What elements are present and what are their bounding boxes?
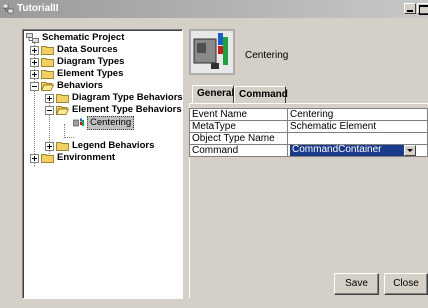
minimize-button[interactable] xyxy=(404,3,416,14)
open-folder-icon xyxy=(41,82,54,91)
project-icon xyxy=(26,33,39,43)
tree-item-diagram-type-behaviors[interactable]: Diagram Type Behaviors xyxy=(45,92,183,104)
tree-item-data-sources[interactable]: Data Sources xyxy=(30,44,170,56)
property-key: Object Type Name xyxy=(189,132,288,145)
tree-item-behaviors[interactable]: Behaviors xyxy=(30,80,170,92)
collapse-icon[interactable] xyxy=(45,106,54,115)
table-row: MetaType Schematic Element xyxy=(189,120,428,133)
tree-item-label: Environment xyxy=(57,152,116,163)
command-dropdown[interactable]: CommandContainer xyxy=(290,145,416,156)
property-key: Command xyxy=(189,144,288,157)
tree-item-diagram-types[interactable]: Diagram Types xyxy=(30,56,170,68)
maximize-button[interactable] xyxy=(417,3,428,15)
tree-item-label: Diagram Types xyxy=(57,56,125,67)
tree-item-element-type-behaviors[interactable]: Element Type Behaviors xyxy=(45,104,183,116)
tree-root-label: Schematic Project xyxy=(42,32,125,43)
property-key: Event Name xyxy=(189,108,288,121)
command-dropdown-value: CommandContainer xyxy=(292,144,382,155)
tree-item-element-types[interactable]: Element Types xyxy=(30,68,170,80)
expand-icon[interactable] xyxy=(45,142,54,151)
behavior-title: Centering xyxy=(245,50,289,61)
property-key: MetaType xyxy=(189,120,288,133)
window-title: TutorialII xyxy=(17,3,59,14)
expand-icon[interactable] xyxy=(45,94,54,103)
behavior-large-icon xyxy=(189,29,235,75)
table-row: Command CommandContainer xyxy=(189,144,428,157)
tree-root[interactable]: Schematic Project xyxy=(26,32,176,44)
tree-connector xyxy=(64,124,65,138)
properties-table: Event Name Centering MetaType Schematic … xyxy=(189,108,428,157)
tree-item-environment[interactable]: Environment xyxy=(30,152,170,164)
behavior-icon xyxy=(73,118,84,127)
tree-item-legend-behaviors[interactable]: Legend Behaviors xyxy=(45,140,183,152)
expand-icon[interactable] xyxy=(30,70,39,79)
tree-item-label: Legend Behaviors xyxy=(72,140,155,151)
property-value[interactable]: Centering xyxy=(287,108,428,121)
table-row: Event Name Centering xyxy=(189,108,428,121)
tree-item-label: Diagram Type Behaviors xyxy=(72,92,183,103)
tree-item-label: Element Types xyxy=(57,68,124,79)
folder-icon xyxy=(56,94,69,103)
tree-item-label: Behaviors xyxy=(57,80,103,91)
app-icon xyxy=(3,4,14,14)
property-value[interactable]: Schematic Element xyxy=(287,120,428,133)
property-value[interactable] xyxy=(287,132,428,145)
save-button[interactable]: Save xyxy=(334,273,379,295)
expand-icon[interactable] xyxy=(30,46,39,55)
tab-command[interactable]: Command xyxy=(234,86,288,103)
close-button[interactable]: Close xyxy=(384,273,428,295)
open-folder-icon xyxy=(56,106,69,115)
collapse-icon[interactable] xyxy=(30,82,39,91)
tree-item-label: Data Sources xyxy=(57,44,118,55)
command-cell[interactable]: CommandContainer xyxy=(287,144,428,157)
dropdown-arrow-icon[interactable] xyxy=(404,145,416,156)
expand-icon[interactable] xyxy=(30,154,39,163)
tree-item-label: Centering xyxy=(87,116,135,130)
tree-connector xyxy=(64,137,74,138)
folder-icon xyxy=(56,142,69,151)
tree-item-centering[interactable]: Centering xyxy=(73,116,143,130)
tree-item-label: Element Type Behaviors xyxy=(72,104,182,115)
folder-icon xyxy=(41,58,54,67)
folder-icon xyxy=(41,70,54,79)
title-bar: TutorialII xyxy=(0,0,428,18)
folder-icon xyxy=(41,46,54,55)
folder-icon xyxy=(41,154,54,163)
table-row: Object Type Name xyxy=(189,132,428,145)
project-tree[interactable]: Schematic Project Data Sources Diagram T… xyxy=(22,29,183,299)
expand-icon[interactable] xyxy=(30,58,39,67)
tab-general[interactable]: General xyxy=(192,85,234,103)
